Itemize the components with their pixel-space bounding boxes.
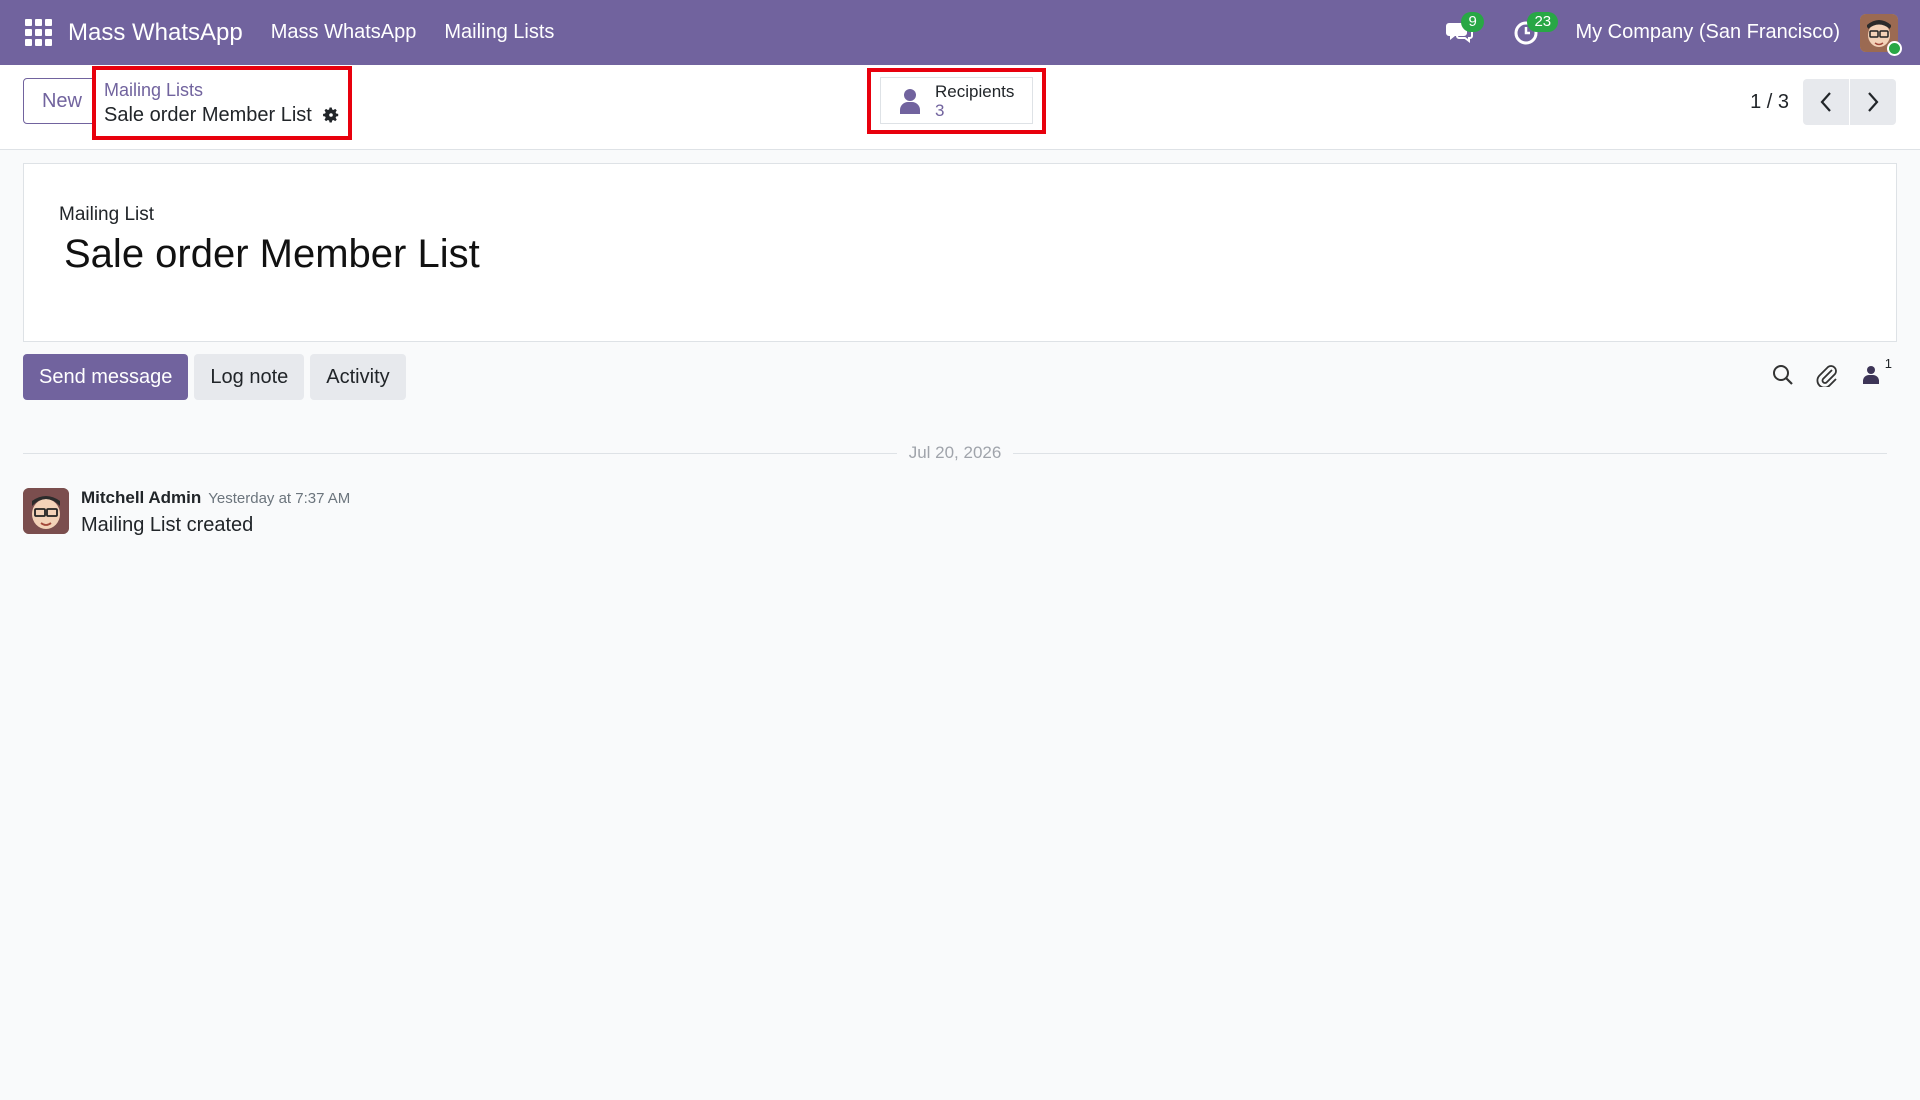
gear-icon[interactable] [322,106,340,124]
apps-menu-icon[interactable] [24,19,52,47]
user-icon [900,88,920,114]
chevron-right-icon [1868,92,1879,112]
nav-item-mailing-lists[interactable]: Mailing Lists [444,21,554,44]
message-author[interactable]: Mitchell Admin [81,488,201,508]
top-navbar: Mass WhatsApp Mass WhatsApp Mailing List… [0,0,1920,65]
separator-line-left [23,452,897,454]
date-separator: Jul 20, 2026 [23,441,1888,465]
breadcrumb-current: Sale order Member List [104,104,312,126]
record-name-field[interactable]: Sale order Member List [64,232,480,277]
nav-item-mass-whatsapp[interactable]: Mass WhatsApp [271,21,417,44]
recipients-text: Recipients 3 [935,82,1014,120]
author-avatar[interactable] [23,488,69,534]
search-messages-button[interactable] [1770,362,1796,388]
activities-badge: 23 [1527,11,1559,32]
author-face-icon [23,488,69,534]
message-header: Mitchell Admin Yesterday at 7:37 AM [81,488,350,508]
chatter-actions: Send message Log note Activity [23,354,412,400]
follower-user-icon [1863,366,1879,384]
messages-systray[interactable]: 9 [1443,11,1484,50]
pager-value[interactable]: 1 / 3 [1750,91,1789,114]
date-separator-label: Jul 20, 2026 [908,443,1002,462]
message-date: Yesterday at 7:37 AM [208,490,351,507]
log-note-button[interactable]: Log note [194,354,305,400]
separator-line-right [1013,452,1888,454]
recipients-smart-button[interactable]: Recipients 3 [880,77,1033,124]
chatter-tools: 1 [1752,356,1892,388]
control-panel: New Mailing Lists Sale order Member List… [0,65,1920,150]
form-sheet: Mailing List Sale order Member List [23,163,1897,342]
followers-count: 1 [1884,356,1892,371]
systray: 9 23 My Company (San Francisco) [1443,0,1920,65]
breadcrumb: Mailing Lists Sale order Member List [92,66,352,140]
online-status-dot [1887,40,1902,56]
paperclip-icon [1816,365,1837,387]
pager-previous-button[interactable] [1803,79,1849,125]
pager-next-button[interactable] [1850,79,1896,125]
field-label-mailing-list: Mailing List [59,204,155,225]
activities-systray[interactable]: 23 [1509,11,1559,50]
activity-button[interactable]: Activity [310,354,406,400]
company-switcher[interactable]: My Company (San Francisco) [1575,21,1840,44]
user-avatar[interactable] [1860,13,1902,56]
breadcrumb-current-row: Sale order Member List [104,103,348,127]
attachments-button[interactable] [1814,362,1840,388]
new-button[interactable]: New [23,78,101,124]
message-body: Mitchell Admin Yesterday at 7:37 AM Mail… [81,488,350,537]
app-brand[interactable]: Mass WhatsApp [68,19,243,47]
send-message-button[interactable]: Send message [23,354,189,400]
followers-button[interactable]: 1 [1858,356,1892,388]
recipients-highlight: Recipients 3 [867,68,1046,134]
recipients-count: 3 [935,100,945,120]
pager: 1 / 3 [1750,79,1896,125]
nav-menu: Mass WhatsApp Mailing Lists [271,21,583,44]
chevron-left-icon [1820,92,1831,112]
recipients-label: Recipients [935,81,1015,101]
search-icon [1773,365,1793,385]
breadcrumb-parent-link[interactable]: Mailing Lists [104,79,348,101]
messages-badge: 9 [1461,11,1484,32]
message-item: Mitchell Admin Yesterday at 7:37 AM Mail… [23,488,350,537]
message-text: Mailing List created [81,514,254,536]
